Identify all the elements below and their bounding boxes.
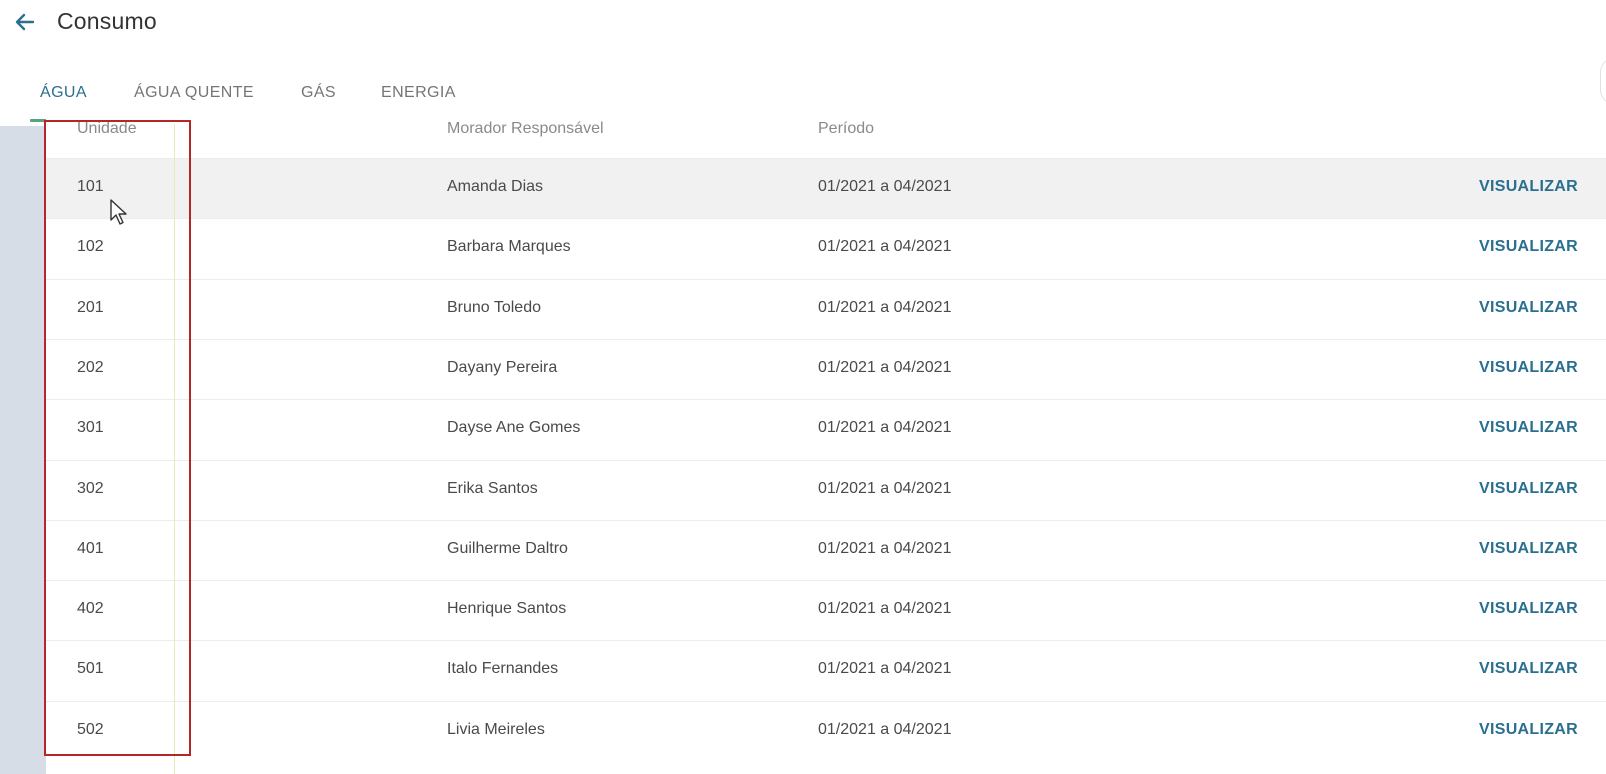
page-header: Consumo xyxy=(0,0,1606,52)
tab-agua[interactable]: ÁGUA xyxy=(40,84,87,102)
table-row[interactable]: 101 Amanda Dias 01/2021 a 04/2021 VISUALIZA… xyxy=(46,158,1606,219)
table-row[interactable]: 301 Dayse Ane Gomes 01/2021 a 04/2021 VISUA… xyxy=(46,399,1606,460)
column-header-unidade[interactable]: Unidade xyxy=(77,120,137,138)
cell-periodo: 01/2021 a 04/2021 xyxy=(818,660,952,678)
table-row[interactable]: 502 Livia Meireles 01/2021 a 04/2021 VISUAL… xyxy=(46,700,1606,762)
cell-periodo: 01/2021 a 04/2021 xyxy=(818,298,952,316)
cell-unidade: 501 xyxy=(77,660,104,678)
visualizar-button[interactable]: VISUALIZAR xyxy=(1479,178,1578,196)
visualizar-button[interactable]: VISUALIZAR xyxy=(1479,419,1578,437)
visualizar-button[interactable]: VISUALIZAR xyxy=(1479,600,1578,618)
cell-unidade: 302 xyxy=(77,479,104,497)
visualizar-button[interactable]: VISUALIZAR xyxy=(1479,238,1578,256)
cell-unidade: 202 xyxy=(77,358,104,376)
cell-periodo: 01/2021 a 04/2021 xyxy=(818,419,952,437)
cell-unidade: 201 xyxy=(77,298,104,316)
cell-periodo: 01/2021 a 04/2021 xyxy=(818,600,952,618)
visualizar-button[interactable]: VISUALIZAR xyxy=(1479,721,1578,739)
visualizar-button[interactable]: VISUALIZAR xyxy=(1479,660,1578,678)
cell-periodo: 01/2021 a 04/2021 xyxy=(818,178,952,195)
visualizar-button[interactable]: VISUALIZAR xyxy=(1479,299,1578,317)
cell-periodo: 01/2021 a 04/2021 xyxy=(818,720,952,738)
tab-energia[interactable]: ENERGIA xyxy=(381,84,456,102)
table-header: Unidade Morador Responsável Período xyxy=(46,118,1606,158)
cell-morador: Amanda Dias xyxy=(447,178,544,195)
tab-agua-quente[interactable]: ÁGUA QUENTE xyxy=(134,84,254,102)
cell-morador: Henrique Santos xyxy=(447,600,567,618)
guide-line xyxy=(174,124,175,774)
cell-unidade: 102 xyxy=(77,238,104,256)
cell-morador: Guilherme Daltro xyxy=(447,539,568,557)
visualizar-button[interactable]: VISUALIZAR xyxy=(1479,359,1578,377)
tab-bar: ÁGUA ÁGUA QUENTE GÁS ENERGIA xyxy=(0,74,1606,124)
column-header-periodo[interactable]: Período xyxy=(818,120,874,138)
column-header-morador[interactable]: Morador Responsável xyxy=(447,120,604,138)
table-row[interactable]: 501 Italo Fernandes 01/2021 a 04/2021 VISUA… xyxy=(46,640,1606,701)
arrow-left-icon xyxy=(15,13,35,31)
visualizar-button[interactable]: VISUALIZAR xyxy=(1479,480,1578,498)
table-row[interactable]: 401 Guilherme Daltro 01/2021 a 04/2021 VISU… xyxy=(46,519,1606,581)
cell-periodo: 01/2021 a 04/2021 xyxy=(818,358,952,376)
cell-unidade: 301 xyxy=(77,419,104,437)
table-row[interactable]: 202 Dayany Pereira 01/2021 a 04/2021 VISUAL… xyxy=(46,338,1606,400)
table-row[interactable]: 302 Erika Santos 01/2021 a 04/2021 VISUALIZ… xyxy=(46,459,1606,521)
cell-unidade: 101 xyxy=(77,178,104,195)
cell-unidade: 402 xyxy=(77,600,104,618)
cell-morador: Dayany Pereira xyxy=(447,358,558,376)
cell-morador: Dayse Ane Gomes xyxy=(447,419,581,437)
table-row[interactable]: 201 Bruno Toledo 01/2021 a 04/2021 VISUALIZ… xyxy=(46,278,1606,340)
page-title: Consumo xyxy=(57,8,157,34)
cell-periodo: 01/2021 a 04/2021 xyxy=(818,479,952,497)
cell-morador: Barbara Marques xyxy=(447,238,571,256)
back-button[interactable] xyxy=(11,8,39,36)
cell-morador: Livia Meireles xyxy=(447,720,545,738)
cell-periodo: 01/2021 a 04/2021 xyxy=(818,539,952,557)
cell-periodo: 01/2021 a 04/2021 xyxy=(818,238,952,256)
tab-gas[interactable]: GÁS xyxy=(301,84,336,102)
consumption-table: Unidade Morador Responsável Período 101 A… xyxy=(46,118,1606,774)
visualizar-button[interactable]: VISUALIZAR xyxy=(1479,540,1578,558)
table-row[interactable]: 102 Barbara Marques 01/2021 a 04/2021 VISUA… xyxy=(46,218,1606,279)
side-panel-edge xyxy=(0,126,46,774)
cell-morador: Italo Fernandes xyxy=(447,660,559,678)
cell-unidade: 502 xyxy=(77,720,104,738)
cell-morador: Bruno Toledo xyxy=(447,298,541,316)
cell-morador: Erika Santos xyxy=(447,479,538,497)
table-row[interactable]: 402 Henrique Santos 01/2021 a 04/2021 VISUA… xyxy=(46,580,1606,641)
cell-unidade: 401 xyxy=(77,539,104,557)
